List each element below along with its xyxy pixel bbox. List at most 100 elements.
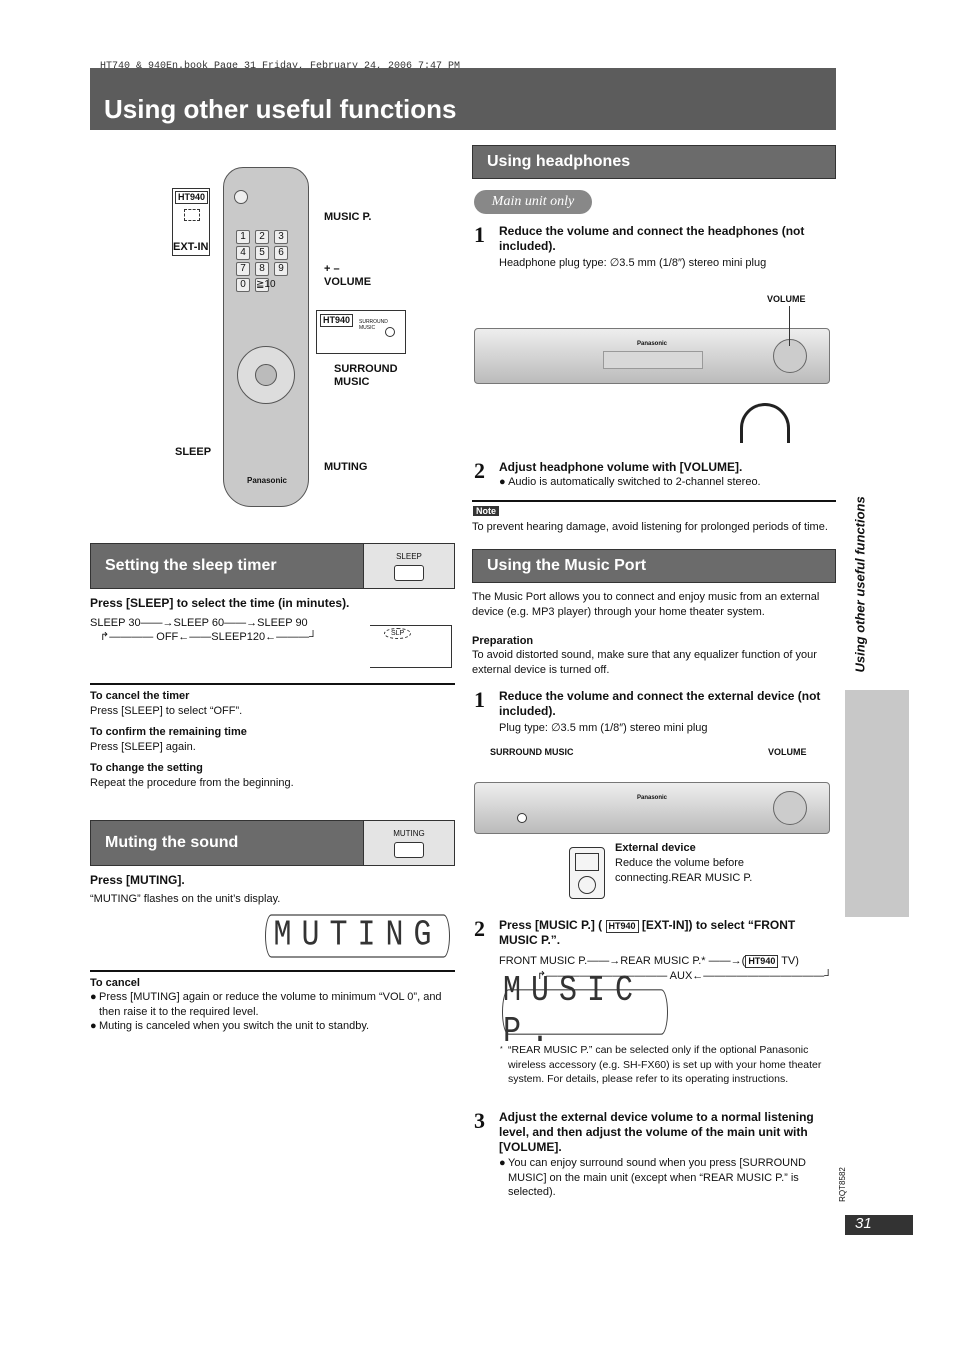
volume-knob-icon	[773, 791, 807, 825]
music-cycle-line1: FRONT MUSIC P.——→REAR MUSIC P.* ——→(HT94…	[499, 954, 799, 969]
sleep-instruction: Press [SLEEP] to select the time (in min…	[90, 596, 350, 610]
ext-in-label: EXT-IN	[173, 241, 209, 253]
muting-heading: Muting the sound	[90, 820, 364, 866]
step-number: 3	[474, 1108, 485, 1133]
page-number: 31	[845, 1215, 913, 1235]
model-tag: HT940	[745, 955, 779, 968]
list-item: ● Muting is canceled when you switch the …	[90, 1020, 370, 1032]
sleep-note: To cancel the timer Press [SLEEP] to sele…	[90, 689, 455, 718]
list-item-text: Press [MUTING] again or reduce the volum…	[99, 991, 442, 1018]
document-code: RQT8582	[837, 1167, 847, 1202]
muting-button-box: MUTING	[363, 820, 455, 866]
footnote-text: “REAR MUSIC P.” can be selected only if …	[508, 1044, 822, 1085]
page-title: Using other useful functions	[104, 94, 457, 124]
preparation-text: To avoid distorted sound, make sure that…	[472, 649, 817, 676]
cycle-text: TV)	[781, 955, 799, 967]
unit-brand: Panasonic	[637, 795, 668, 801]
remote-key-6[interactable]: 6	[274, 246, 288, 260]
remote-key-8[interactable]: 8	[255, 262, 269, 276]
muting-desc: “MUTING” flashes on the unit’s display.	[90, 893, 281, 905]
remote-key-9[interactable]: 9	[274, 262, 288, 276]
note-text: Press [SLEEP] to select “OFF”.	[90, 704, 243, 717]
ht940-callout: HT940 EXT-IN	[172, 188, 210, 256]
bullet-text: You can enjoy surround sound when you pr…	[508, 1157, 806, 1198]
step-number: 1	[474, 687, 485, 712]
note-text: Press [SLEEP] again.	[90, 740, 196, 753]
surround-music-label: SURROUND MUSIC	[334, 363, 398, 388]
headphones-step2: Adjust headphone volume with [VOLUME].	[499, 460, 743, 474]
list-item-text: Muting is canceled when you switch the u…	[99, 1020, 370, 1032]
preparation-title: Preparation	[472, 635, 534, 647]
sleep-display: SLP	[370, 625, 452, 668]
remote-key-7[interactable]: 7	[236, 262, 250, 276]
remote-brand: Panasonic	[246, 476, 287, 485]
remote-key-0[interactable]: 0	[236, 278, 250, 292]
unit-volume-label: VOLUME	[768, 747, 807, 757]
music-p-label: MUSIC P.	[324, 211, 372, 223]
sleep-button-label: SLEEP	[396, 552, 422, 561]
power-icon	[234, 190, 248, 204]
title-bar: Using other useful functions	[90, 68, 836, 130]
model-tag: HT940	[605, 920, 639, 933]
music-port-intro: The Music Port allows you to connect and…	[472, 591, 820, 618]
remote-key-4[interactable]: 4	[236, 246, 250, 260]
sleep-cycle-line2: ↱———— OFF←——SLEEP120←———┘	[100, 631, 317, 643]
music-port-heading: Using the Music Port	[472, 549, 836, 583]
sleep-notes: To cancel the timer Press [SLEEP] to sele…	[90, 689, 455, 797]
muting-cancel-list: ● Press [MUTING] again or reduce the volu…	[90, 990, 455, 1034]
side-tab-label: Using other useful functions	[852, 496, 868, 673]
surround-music-label: SURROUND MUSIC	[490, 747, 574, 757]
music-port-jack-icon	[517, 813, 527, 823]
sleep-label: SLEEP	[175, 446, 212, 458]
note-title: To confirm the remaining time	[90, 726, 247, 738]
side-tab	[845, 690, 909, 917]
slp-indicator: SLP	[384, 628, 412, 639]
remote-key-1[interactable]: 1	[236, 230, 250, 244]
muting-display: MUTING	[265, 914, 450, 958]
bullet-text: Audio is automatically switched to 2-cha…	[508, 476, 761, 488]
music-port-step3: Adjust the external device volume to a n…	[499, 1110, 814, 1154]
remote-control: 1 2 3 4 5 6 7 8 9 0 ≧10 Panasonic	[223, 167, 309, 507]
mp3-player-icon	[569, 847, 605, 899]
sleep-cycle-line1: SLEEP 30——→SLEEP 60——→SLEEP 90	[90, 617, 308, 629]
muting-button-label: MUTING	[393, 829, 425, 838]
volume-label: VOLUME	[324, 276, 372, 288]
external-device-text: Reduce the volume before connecting.REAR…	[615, 857, 753, 884]
remote-key-2[interactable]: 2	[255, 230, 269, 244]
headphones-heading: Using headphones	[472, 145, 836, 179]
music-port-step3-sub: ● You can enjoy surround sound when you p…	[499, 1157, 806, 1198]
main-unit-illustration: Panasonic	[474, 782, 830, 834]
sleep-note: To confirm the remaining time Press [SLEE…	[90, 725, 455, 754]
surround-small-label: SURROUND MUSIC	[359, 319, 388, 331]
headphones-step1: Reduce the volume and connect the headph…	[499, 224, 805, 253]
headphones-plug-type: Headphone plug type: ∅3.5 mm (1/8″) ster…	[499, 257, 767, 269]
divider	[90, 970, 455, 972]
surround-callout: HT940 SURROUND MUSIC	[316, 310, 406, 354]
footnote: * “REAR MUSIC P.” can be selected only if…	[500, 1044, 822, 1085]
external-device-title: External device	[615, 842, 696, 854]
sleep-button-icon	[394, 565, 424, 581]
note-title: To change the setting	[90, 762, 203, 774]
note-title: To cancel the timer	[90, 690, 190, 702]
main-unit-only-badge: Main unit only	[474, 190, 592, 214]
step-number: 2	[474, 458, 485, 483]
music-p-display: MUSIC P.	[502, 971, 668, 1053]
remote-key-≧10[interactable]: ≧10	[255, 278, 276, 292]
muting-instruction: Press [MUTING].	[90, 873, 185, 887]
step-number: 1	[474, 222, 485, 247]
model-tag: HT940	[320, 314, 354, 327]
step-number: 2	[474, 916, 485, 941]
plus-minus-label: + –	[324, 263, 340, 275]
music-port-step1: Reduce the volume and connect the extern…	[499, 689, 821, 718]
remote-key-3[interactable]: 3	[274, 230, 288, 244]
sleep-button-box: SLEEP	[363, 543, 455, 589]
main-unit-illustration: Panasonic	[474, 328, 830, 384]
headphones-note: To prevent hearing damage, avoid listeni…	[472, 521, 828, 533]
unit-volume-label: VOLUME	[767, 294, 806, 304]
divider	[90, 683, 455, 685]
volume-knob-icon	[773, 339, 807, 373]
headphones-icon	[740, 403, 790, 443]
list-item: ● Press [MUTING] again or reduce the volu…	[90, 991, 442, 1018]
remote-key-5[interactable]: 5	[255, 246, 269, 260]
divider	[472, 500, 836, 502]
